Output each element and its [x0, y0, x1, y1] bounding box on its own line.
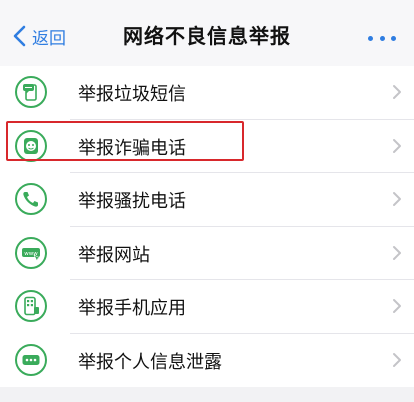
report-menu-list: 举报垃圾短信 举报诈骗电话 举报骚扰电话 www 举报网站 举报手机应用 举报个… [0, 66, 414, 387]
bottom-background [0, 388, 414, 402]
chevron-right-icon [393, 245, 401, 260]
more-dot-icon [379, 35, 385, 41]
list-item-label: 举报个人信息泄露 [78, 351, 222, 373]
more-dot-icon [391, 35, 396, 41]
website-icon: www [15, 236, 47, 269]
list-item-label: 举报诈骗电话 [78, 137, 186, 159]
sms-phone-icon [15, 76, 47, 108]
chevron-right-icon [393, 138, 401, 153]
list-item-label: 举报骚扰电话 [78, 191, 186, 212]
chevron-right-icon [393, 299, 401, 313]
navigation-bar: 返回 网络不良信息举报 [0, 0, 414, 67]
fraud-call-icon [15, 129, 47, 162]
chevron-right-icon [393, 192, 401, 206]
chevron-right-icon [393, 85, 401, 99]
more-dot-icon [368, 35, 373, 41]
list-item-spam-sms[interactable]: 举报垃圾短信 [0, 66, 414, 120]
list-item-personal-info-leak[interactable]: 举报个人信息泄露 [0, 334, 414, 388]
list-item-harassment-call[interactable]: 举报骚扰电话 [0, 173, 414, 227]
list-item-fraud-call[interactable]: 举报诈骗电话 [0, 120, 414, 174]
message-dots-icon [15, 343, 47, 376]
phone-icon [15, 183, 47, 215]
chevron-right-icon [393, 352, 401, 367]
page-title: 网络不良信息举报 [123, 24, 291, 48]
list-item-label: 举报手机应用 [78, 298, 186, 319]
list-item-website[interactable]: www 举报网站 [0, 227, 414, 281]
list-item-label: 举报网站 [78, 244, 150, 266]
list-item-label: 举报垃圾短信 [78, 84, 186, 105]
mobile-app-icon [15, 290, 47, 322]
more-options-button[interactable] [368, 34, 396, 42]
list-item-mobile-app[interactable]: 举报手机应用 [0, 280, 414, 334]
